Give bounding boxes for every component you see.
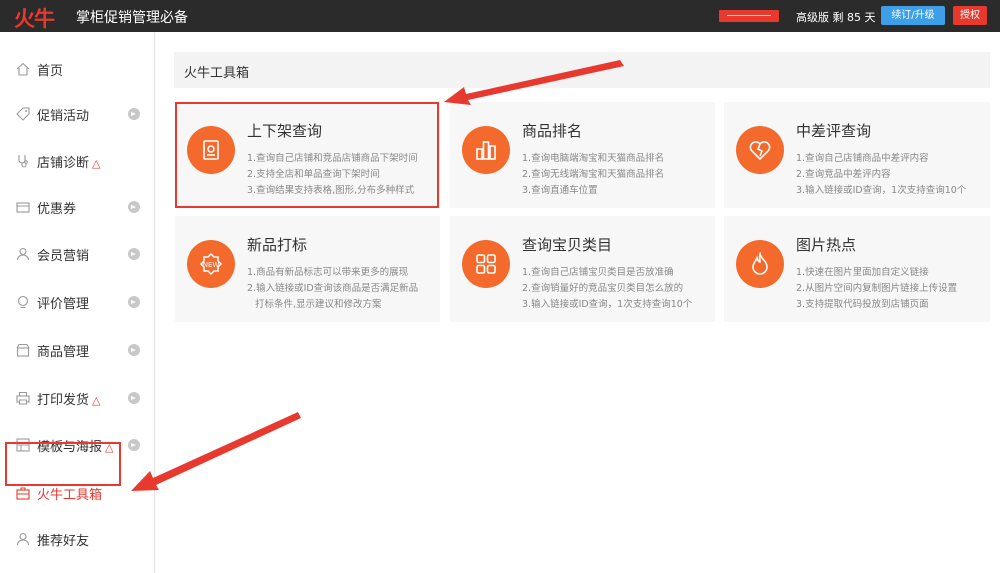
sidebar-item-label: 店铺诊断 △ <box>37 156 101 171</box>
stethoscope-icon <box>18 155 28 168</box>
tool-description-line: 1.查询电脑端淘宝和天猫商品排名 <box>522 153 665 164</box>
sidebar-item-products[interactable]: 商品管理 <box>0 335 155 365</box>
svg-text:NEW: NEW <box>203 261 220 269</box>
sidebar-item-label: 商品管理 <box>37 345 90 360</box>
annotation-highlight-box <box>5 442 121 486</box>
chevron-right-icon <box>128 296 140 308</box>
tool-card-negative-reviews[interactable]: 中差评查询 1.查询自己店铺商品中差评内容 2.查询竞品中差评内容 3.输入链接… <box>724 102 990 208</box>
user-icon <box>16 532 30 546</box>
chevron-right-icon <box>128 344 140 356</box>
category-grid-icon <box>462 240 510 288</box>
page-title: 火牛工具箱 <box>184 66 250 81</box>
tool-description-line: 2.查询竞品中差评内容 <box>796 169 891 180</box>
sidebar-item-promotions[interactable]: 促销活动 <box>0 99 155 129</box>
sidebar-item-label: 优惠券 <box>37 202 77 217</box>
home-icon <box>16 62 30 76</box>
hot-flame-icon: △ <box>92 394 101 407</box>
ranking-bars-icon <box>462 126 510 174</box>
tool-description-line: 1.商品有新品标志可以带来更多的展现 <box>247 267 409 278</box>
sidebar-item-coupons[interactable]: 优惠券 <box>0 192 155 222</box>
tool-card-image-hotspot[interactable]: 图片热点 1.快速在图片里面加自定义链接 2.从图片空间内复制图片链接上传设置 … <box>724 216 990 322</box>
logo[interactable]: 火牛 <box>14 3 55 33</box>
section-header: 火牛工具箱 <box>174 52 990 88</box>
tag-icon <box>16 107 30 121</box>
sidebar-item-label: 会员营销 <box>37 249 90 264</box>
authorize-button[interactable]: 授权 <box>953 6 987 25</box>
tool-description-line: 3.查询直通车位置 <box>522 185 598 196</box>
sidebar-item-label: 首页 <box>37 64 64 79</box>
chevron-right-icon <box>128 248 140 260</box>
toolbox-icon <box>16 487 30 500</box>
plan-status: 高级版 剩 85 天 <box>796 11 876 24</box>
sidebar: 首页 促销活动 店铺诊断 △ 优惠券 会员营销 评价管理 商品管理 打印发货 △ 模… <box>0 32 155 573</box>
tool-description-line: 3.支持提取代码投放到店铺页面 <box>796 299 929 310</box>
sidebar-item-label: 推荐好友 <box>37 534 90 549</box>
tool-description-line: 1.查询自己店铺宝贝类目是否放准确 <box>522 267 674 278</box>
tool-card-category-check[interactable]: 查询宝贝类目 1.查询自己店铺宝贝类目是否放准确 2.查询销量好的竞品宝贝类目怎… <box>450 216 715 322</box>
tool-title: 中差评查询 <box>796 122 872 140</box>
tool-description-line: 2.从图片空间内复制图片链接上传设置 <box>796 283 958 294</box>
tool-description-line: 2.查询无线端淘宝和天猫商品排名 <box>522 169 665 180</box>
sidebar-item-shop-diagnosis[interactable]: 店铺诊断 △ <box>0 146 155 176</box>
tool-card-new-product-tag[interactable]: NEW 新品打标 1.商品有新品标志可以带来更多的展现 2.输入链接或ID查询该… <box>175 216 440 322</box>
user-name-redacted <box>719 10 779 22</box>
chevron-right-icon <box>128 201 140 213</box>
tool-description-line: 3.输入链接或ID查询，1次支持查询10个 <box>796 185 967 196</box>
tool-description-line: 打标条件,显示建议和修改方案 <box>255 299 382 310</box>
sidebar-item-label: 促销活动 <box>37 109 90 124</box>
annotation-arrow-bottom <box>131 412 301 491</box>
lightbulb-icon <box>17 295 29 308</box>
flame-icon <box>736 240 784 288</box>
coupon-icon <box>16 202 30 213</box>
sidebar-item-recommend-friends[interactable]: 推荐好友 <box>0 524 155 554</box>
sidebar-item-label: 打印发货 △ <box>37 393 101 408</box>
annotation-highlight-box <box>175 102 439 208</box>
tool-description-line: 1.查询自己店铺商品中差评内容 <box>796 153 929 164</box>
tool-card-product-ranking[interactable]: 商品排名 1.查询电脑端淘宝和天猫商品排名 2.查询无线端淘宝和天猫商品排名 3… <box>450 102 715 208</box>
top-bar: 火牛 掌柜促销管理必备 高级版 剩 85 天 续订/升级 授权 <box>0 0 1000 32</box>
tool-description-line: 2.查询销量好的竞品宝贝类目怎么放的 <box>522 283 684 294</box>
tool-description-line: 1.快速在图片里面加自定义链接 <box>796 267 929 278</box>
sidebar-item-label: 火牛工具箱 <box>37 488 103 503</box>
tool-description-line: 3.输入链接或ID查询，1次支持查询10个 <box>522 299 693 310</box>
user-icon <box>16 247 30 261</box>
tool-title: 图片热点 <box>796 236 857 254</box>
tool-title: 新品打标 <box>247 236 308 254</box>
app-title: 掌柜促销管理必备 <box>76 10 188 26</box>
renew-upgrade-button[interactable]: 续订/升级 <box>881 6 945 25</box>
new-tag-icon: NEW <box>187 240 235 288</box>
printer-icon <box>16 392 30 405</box>
sidebar-item-reviews[interactable]: 评价管理 <box>0 287 155 317</box>
tool-title: 商品排名 <box>522 122 583 140</box>
sidebar-item-label: 评价管理 <box>37 297 90 312</box>
broken-heart-icon <box>736 126 784 174</box>
sidebar-item-home[interactable]: 首页 <box>0 54 155 84</box>
chevron-right-icon <box>128 108 140 120</box>
tool-title: 查询宝贝类目 <box>522 236 613 254</box>
shop-icon <box>16 343 30 357</box>
sidebar-item-member-marketing[interactable]: 会员营销 <box>0 239 155 269</box>
chevron-right-icon <box>128 392 140 404</box>
sidebar-item-print-shipping[interactable]: 打印发货 △ <box>0 383 155 413</box>
hot-flame-icon: △ <box>92 157 101 170</box>
chevron-right-icon <box>128 439 140 451</box>
tool-description-line: 2.输入链接或ID查询该商品是否满足新品 <box>247 283 419 294</box>
